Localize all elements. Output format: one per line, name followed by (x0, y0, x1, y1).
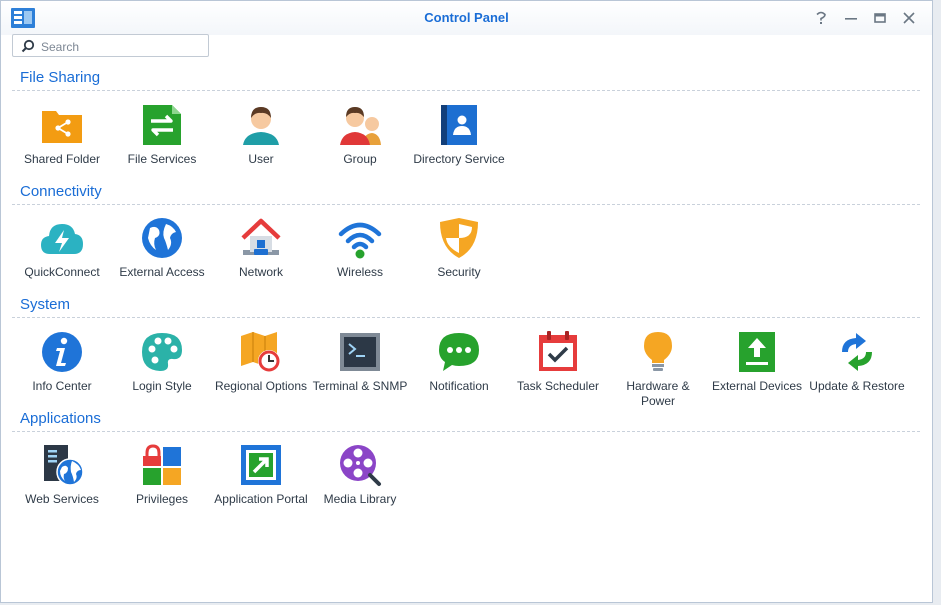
item-label: Directory Service (413, 152, 505, 166)
help-button[interactable] (811, 8, 831, 28)
section-title-file-sharing: File Sharing (20, 69, 101, 86)
terminal-icon (340, 333, 380, 371)
item-label: Media Library (323, 492, 397, 506)
search-icon (21, 39, 35, 53)
user-icon (243, 107, 279, 145)
close-button[interactable] (899, 8, 919, 28)
update-restore-item[interactable]: Update & Restore (807, 330, 907, 394)
section-title-connectivity: Connectivity (20, 183, 102, 200)
section-title-system: System (20, 296, 71, 313)
item-label: Web Services (25, 492, 99, 506)
user-item[interactable]: User (211, 103, 311, 167)
item-label: Info Center (32, 379, 92, 393)
file-services-item[interactable]: File Services (112, 103, 212, 167)
item-label: Terminal & SNMP (312, 379, 408, 393)
portal-icon (241, 445, 281, 485)
section-divider (12, 431, 920, 432)
maximize-button[interactable] (870, 8, 890, 28)
shared-folder-item[interactable]: Shared Folder (12, 103, 112, 167)
section-divider (12, 90, 920, 91)
privileges-icon (143, 444, 181, 485)
control-panel-window: Control Panel File Sharing Shared Folder (0, 0, 933, 603)
calendar-check-icon (539, 331, 577, 371)
quickconnect-icon (41, 224, 83, 254)
external-access-item[interactable]: External Access (112, 216, 212, 280)
close-icon (903, 12, 915, 24)
globe-icon (142, 218, 182, 258)
security-item[interactable]: Security (409, 216, 509, 280)
refresh-icon (842, 333, 872, 371)
wireless-item[interactable]: Wireless (310, 216, 410, 280)
title-bar[interactable]: Control Panel (1, 1, 932, 35)
hardware-power-item[interactable]: Hardware & Power (608, 330, 708, 409)
shared-folder-icon (42, 111, 82, 143)
application-portal-item[interactable]: Application Portal (211, 443, 311, 507)
section-title-applications: Applications (20, 410, 101, 427)
section-divider (12, 317, 920, 318)
group-icon (340, 107, 381, 145)
window-title: Control Panel (424, 10, 509, 25)
item-label: Task Scheduler (516, 379, 600, 393)
palette-icon (142, 333, 182, 371)
item-label: User (248, 152, 274, 166)
media-library-item[interactable]: Media Library (310, 443, 410, 507)
regional-options-item[interactable]: Regional Options (211, 330, 311, 394)
item-label: External Devices (711, 379, 803, 393)
item-label: QuickConnect (24, 265, 100, 279)
login-style-item[interactable]: Login Style (112, 330, 212, 394)
group-item[interactable]: Group (310, 103, 410, 167)
file-services-icon (143, 105, 181, 145)
quickconnect-item[interactable]: QuickConnect (12, 216, 112, 280)
web-services-item[interactable]: Web Services (12, 443, 112, 507)
item-label: Privileges (135, 492, 189, 506)
item-label: Network (238, 265, 283, 279)
notification-item[interactable]: Notification (409, 330, 509, 394)
shield-icon (440, 218, 478, 258)
desktop-edge (933, 0, 941, 605)
external-device-icon (739, 332, 775, 372)
item-label: File Services (127, 152, 197, 166)
terminal-snmp-item[interactable]: Terminal & SNMP (310, 330, 410, 394)
minimize-button[interactable] (841, 8, 861, 28)
item-label: Shared Folder (23, 152, 101, 166)
info-center-item[interactable]: Info Center (12, 330, 112, 394)
info-icon (42, 332, 82, 372)
external-devices-item[interactable]: External Devices (707, 330, 807, 394)
lightbulb-icon (644, 332, 672, 371)
search-input[interactable] (39, 37, 203, 56)
web-services-icon (44, 445, 84, 486)
section-divider (12, 204, 920, 205)
item-label: Wireless (336, 265, 383, 279)
item-label: Login Style (132, 379, 192, 393)
map-clock-icon (241, 332, 280, 372)
minimize-icon (845, 18, 857, 20)
task-scheduler-item[interactable]: Task Scheduler (508, 330, 608, 394)
help-icon (816, 11, 826, 24)
item-label: Update & Restore (809, 379, 905, 393)
network-item[interactable]: Network (211, 216, 311, 280)
network-house-icon (241, 218, 281, 255)
item-label: External Access (119, 265, 205, 279)
directory-service-icon (441, 105, 477, 145)
item-label: Regional Options (214, 379, 308, 393)
wifi-icon (338, 222, 382, 259)
item-label: Application Portal (214, 492, 308, 506)
privileges-item[interactable]: Privileges (112, 443, 212, 507)
film-reel-icon (340, 445, 381, 486)
search-box[interactable] (12, 34, 209, 57)
maximize-icon (874, 13, 886, 23)
item-label: Hardware & Power (626, 379, 690, 408)
directory-service-item[interactable]: Directory Service (409, 103, 509, 167)
item-label: Security (437, 265, 481, 279)
item-label: Notification (429, 379, 489, 393)
chat-bubble-icon (439, 333, 479, 371)
item-label: Group (343, 152, 377, 166)
